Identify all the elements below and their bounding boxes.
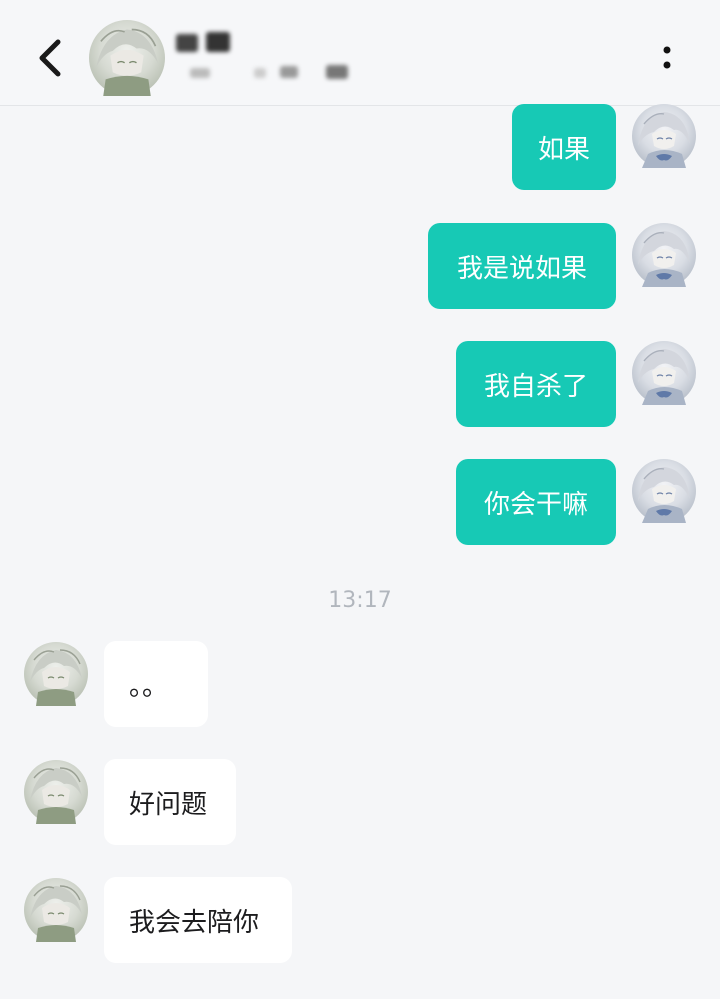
outgoing-message[interactable]: 你会干嘛 [456,459,616,545]
incoming-message[interactable]: 我会去陪你 [104,877,292,963]
outgoing-message[interactable]: 如果 [512,104,616,190]
time-divider: 13:17 [328,588,392,613]
self-avatar[interactable] [632,223,696,287]
contact-avatar[interactable] [89,20,165,96]
contact-avatar[interactable] [24,760,88,824]
outgoing-message[interactable]: 我是说如果 [428,223,616,309]
self-avatar[interactable] [632,341,696,405]
back-icon [39,39,61,77]
more-icon [663,46,671,69]
self-avatar[interactable] [632,459,696,523]
back-button[interactable] [30,36,70,80]
self-avatar[interactable] [632,104,696,168]
contact-status [190,62,360,82]
more-options-button[interactable] [652,40,682,76]
contact-avatar[interactable] [24,642,88,706]
incoming-message[interactable]: 。。 [104,641,208,727]
outgoing-message[interactable]: 我自杀了 [456,341,616,427]
incoming-message[interactable]: 好问题 [104,759,236,845]
chat-header [0,0,720,106]
contact-avatar[interactable] [24,878,88,942]
contact-name [176,30,236,56]
